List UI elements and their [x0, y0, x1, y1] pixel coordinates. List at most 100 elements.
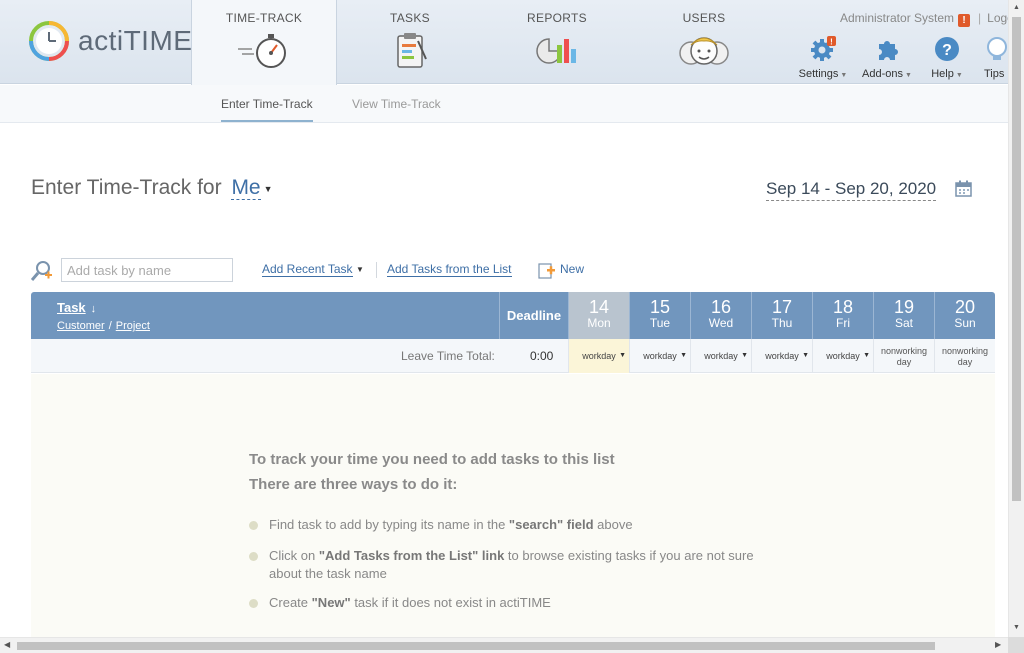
- tip-bold-text: "search" field: [508, 517, 594, 532]
- day-status-select[interactable]: workday ▼: [812, 339, 873, 373]
- day-status-value: nonworking day: [873, 339, 934, 373]
- vertical-scroll-thumb[interactable]: [1012, 17, 1021, 501]
- chevron-down-icon: ▼: [680, 352, 687, 359]
- chevron-down-icon: ▼: [741, 352, 748, 359]
- day-column-header: 16 Wed: [690, 292, 751, 339]
- day-number: 19: [893, 297, 915, 317]
- puzzle-icon: [879, 41, 898, 60]
- chevron-down-icon: ▼: [840, 72, 848, 79]
- vertical-scrollbar[interactable]: ▲ ▼: [1008, 0, 1024, 637]
- day-column-header: 19 Sat: [873, 292, 934, 339]
- lightbulb-icon: [987, 37, 1007, 60]
- tab-time-track-label: TIME-TRACK: [225, 11, 303, 25]
- add-ons-label: Add-ons: [862, 68, 904, 80]
- clipboard-icon: [397, 33, 427, 68]
- horizontal-scrollbar[interactable]: ◀ ▶: [0, 637, 1008, 653]
- day-name: Tue: [649, 316, 671, 330]
- date-range-selector[interactable]: Sep 14 - Sep 20, 2020: [766, 179, 937, 201]
- empty-state-title-line: To track your time you need to add tasks…: [249, 451, 615, 468]
- day-number: 18: [832, 297, 854, 317]
- tab-time-track[interactable]: TIME-TRACK: [191, 0, 337, 85]
- horizontal-scroll-thumb[interactable]: [17, 642, 935, 650]
- user-separator: |: [978, 11, 982, 25]
- add-ons-menu[interactable]: Add-ons ▼: [860, 36, 914, 80]
- day-column-header: 20 Sun: [934, 292, 995, 339]
- user-selector[interactable]: Me: [231, 176, 261, 200]
- chevron-down-icon: ▼: [619, 352, 626, 359]
- day-name: Thu: [771, 316, 793, 330]
- day-status-line: day: [896, 357, 912, 367]
- leave-time-row: Leave Time Total: 0:00 workday ▼ workday ▼…: [31, 339, 995, 373]
- day-column-header: 18 Fri: [812, 292, 873, 339]
- day-name: Mon: [587, 316, 611, 330]
- day-column-header: 15 Tue: [629, 292, 690, 339]
- page-title: Enter Time-Track for Me ▼: [31, 176, 273, 200]
- day-name: Sat: [894, 316, 913, 330]
- scrollbar-corner: [1008, 637, 1024, 653]
- day-name: Sun: [954, 316, 976, 330]
- search-input[interactable]: [61, 258, 233, 282]
- chevron-down-icon: ▼: [905, 72, 912, 79]
- scroll-right-icon[interactable]: ▶: [995, 640, 1001, 649]
- add-tasks-from-list-link[interactable]: Add Tasks from the List: [387, 262, 512, 277]
- logo[interactable]: actiTIME: [28, 20, 192, 62]
- new-task-icon[interactable]: [538, 262, 556, 279]
- subtab-view-time-track[interactable]: View Time-Track: [352, 97, 441, 111]
- day-status-select[interactable]: workday ▼: [629, 339, 690, 373]
- chevron-down-icon: ▼: [863, 352, 870, 359]
- tip-text: Click on: [269, 548, 319, 563]
- day-status-select[interactable]: workday ▼: [690, 339, 751, 373]
- page: actiTIME TIME-TRACK TASKS REPORTS USERS …: [0, 0, 1024, 653]
- tip-text: Find task to add by typing its name in t…: [269, 517, 509, 532]
- day-name: Wed: [708, 316, 734, 330]
- customer-sort-link[interactable]: Customer: [57, 320, 105, 332]
- scroll-down-icon[interactable]: ▼: [1013, 624, 1020, 631]
- empty-state-tip: Create "New" task if it does not exist i…: [249, 594, 789, 612]
- day-status-value: nonworking day: [934, 339, 995, 373]
- users-icon: [679, 37, 729, 65]
- help-glyph: ?: [942, 42, 952, 59]
- gear-icon: !: [811, 36, 836, 61]
- scroll-left-icon[interactable]: ◀: [4, 640, 10, 649]
- subtab-enter-time-track[interactable]: Enter Time-Track: [221, 97, 313, 122]
- tab-users[interactable]: USERS: [631, 0, 777, 84]
- stopwatch-icon: [238, 34, 286, 68]
- day-status-value: workday: [765, 351, 799, 361]
- chevron-down-icon[interactable]: ▼: [264, 184, 273, 194]
- user-warning-icon[interactable]: !: [958, 14, 971, 27]
- day-number: 14: [588, 297, 610, 317]
- chevron-down-icon: ▼: [802, 352, 809, 359]
- deadline-column-header: Deadline: [499, 292, 568, 339]
- empty-state-title-line: There are three ways to do it:: [249, 476, 458, 493]
- bullet-icon: [249, 599, 258, 608]
- task-sort-link[interactable]: Task: [57, 300, 86, 315]
- calendar-icon[interactable]: [955, 180, 972, 197]
- chevron-down-icon[interactable]: ▼: [356, 265, 364, 274]
- help-menu[interactable]: ? Help ▼: [926, 36, 968, 80]
- header-separator: /: [108, 320, 112, 332]
- bullet-icon: [249, 521, 258, 530]
- project-sort-link[interactable]: Project: [116, 320, 150, 332]
- day-column-header: 17 Thu: [751, 292, 812, 339]
- user-name[interactable]: Administrator System: [840, 11, 954, 25]
- scroll-up-icon[interactable]: ▲: [1013, 4, 1020, 11]
- tab-reports[interactable]: REPORTS: [484, 0, 630, 84]
- empty-state-panel: To track your time you need to add tasks…: [31, 374, 995, 637]
- day-column-header: 14 Mon: [568, 292, 629, 339]
- leave-time-label: Leave Time Total:: [401, 349, 495, 363]
- settings-badge: !: [830, 38, 833, 47]
- tip-text: Create: [269, 595, 312, 610]
- tip-text: above: [593, 517, 633, 532]
- day-status-select[interactable]: workday ▼: [568, 339, 629, 373]
- tab-tasks[interactable]: TASKS: [337, 0, 483, 84]
- bullet-icon: [249, 552, 258, 561]
- new-task-link[interactable]: New: [560, 262, 584, 276]
- day-status-select[interactable]: workday ▼: [751, 339, 812, 373]
- day-status-line: nonworking: [880, 346, 928, 356]
- help-label: Help: [931, 68, 954, 80]
- sort-down-icon[interactable]: ↓: [91, 303, 97, 315]
- day-status-value: workday: [643, 351, 677, 361]
- settings-menu[interactable]: ! Settings ▼: [798, 36, 848, 80]
- add-recent-task-link[interactable]: Add Recent Task: [262, 262, 353, 277]
- help-icon: ?: [935, 37, 959, 61]
